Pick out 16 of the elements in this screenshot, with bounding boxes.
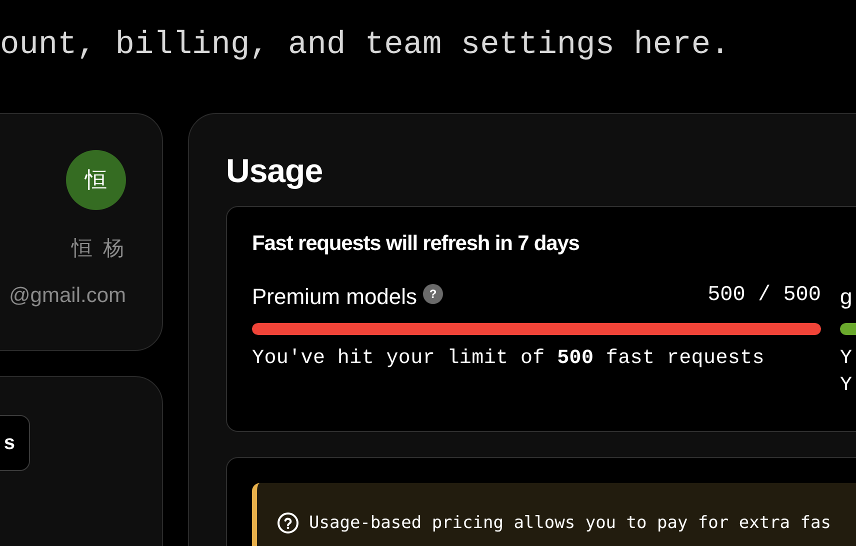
refresh-note: Fast requests will refresh in 7 days (252, 232, 580, 256)
page-subtitle: ount, billing, and team settings here. (0, 26, 730, 63)
question-icon (277, 512, 299, 534)
usage-message: You've hit your limit of 500 fast requests (252, 347, 766, 370)
usage-message: Y (840, 374, 854, 397)
model-label: Premium models (252, 284, 418, 310)
usage-title: Usage (226, 152, 324, 190)
usage-count: 500 / 500 (708, 284, 821, 307)
usage-message: Y (840, 347, 854, 370)
avatar: 恒 (66, 150, 126, 210)
info-text: Usage-based pricing allows you to pay for extra fas (309, 513, 831, 533)
help-icon[interactable]: ? (423, 284, 444, 304)
side-button[interactable]: s (0, 415, 30, 471)
user-name: 恒 杨 (71, 235, 126, 262)
model-label: g (840, 284, 852, 310)
user-email: @gmail.com (8, 284, 126, 308)
